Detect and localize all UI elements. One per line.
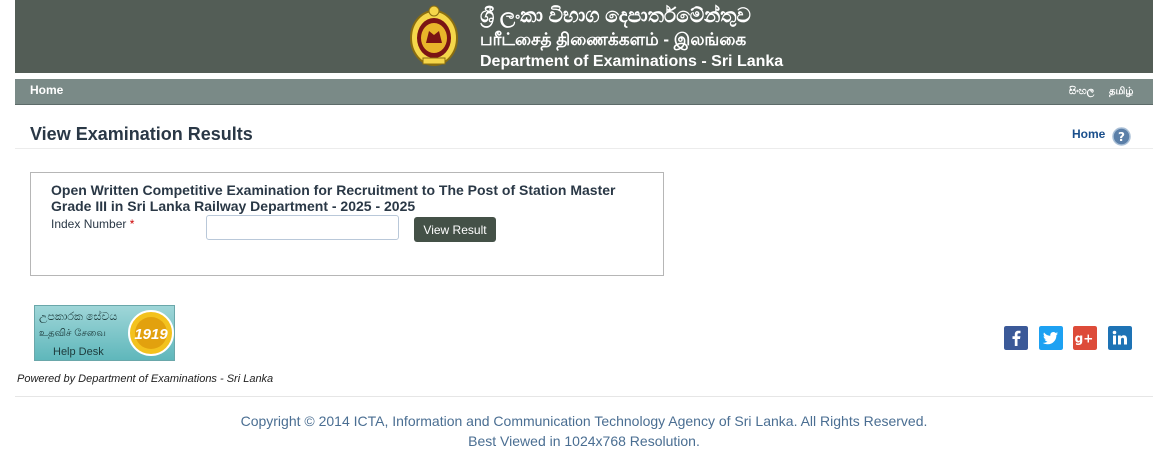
exam-name: Open Written Competitive Examination for… [51, 182, 616, 214]
banner-text: ශ්‍රී ලංකා විභාග දෙපාර්තමේන්තුව பரீட்சைத… [480, 4, 783, 72]
google-plus-icon[interactable]: g+ [1073, 326, 1097, 350]
required-mark: * [129, 217, 135, 231]
help-desk-banner[interactable]: උපකාරක සේවය உதவிச் சேவை Help Desk 1919 [34, 305, 175, 361]
nav-home-link[interactable]: Home [30, 83, 63, 97]
lang-tamil-link[interactable]: தமிழ் [1109, 86, 1133, 98]
help-desk-english-text: Help Desk [53, 346, 104, 358]
view-result-button[interactable]: View Result [414, 217, 496, 242]
copyright-text: Copyright © 2014 ICTA, Information and C… [240, 413, 928, 429]
nav-bar: Home සිංහල தமிழ் [15, 79, 1153, 105]
svg-text:?: ? [1118, 130, 1125, 144]
resolution-text: Best Viewed in 1024x768 Resolution. [468, 433, 700, 449]
banner-title-tamil: பரீட்சைத் திணைக்களம் - இலங்கை [480, 30, 747, 49]
twitter-icon[interactable] [1039, 326, 1063, 350]
linkedin-icon[interactable] [1108, 326, 1132, 350]
sri-lanka-emblem-icon [410, 5, 458, 66]
title-divider [15, 148, 1153, 149]
help-desk-number: 1919 [134, 326, 168, 343]
index-number-label-text: Index Number [51, 217, 127, 231]
powered-by-text: Powered by Department of Examinations - … [17, 373, 274, 385]
banner-title-sinhala: ශ්‍රී ලංකා විභාග දෙපාර්තමේන්තුව [480, 5, 751, 27]
lang-sinhala-link[interactable]: සිංහල [1069, 86, 1094, 97]
exam-result-form: Open Written Competitive Examination for… [30, 172, 664, 276]
help-icon[interactable]: ? [1112, 127, 1131, 146]
home-link[interactable]: Home [1072, 127, 1105, 141]
copyright-block: Copyright © 2014 ICTA, Information and C… [0, 411, 1168, 451]
index-number-label: Index Number * [51, 217, 134, 231]
page-title: View Examination Results [30, 124, 253, 144]
help-desk-tamil-text: உதவிச் சேவை [39, 328, 106, 339]
help-desk-badge: 1919 [128, 310, 174, 356]
help-desk-sinhala-text: උපකාරක සේවය [39, 311, 118, 323]
facebook-icon[interactable] [1004, 326, 1028, 350]
index-number-input[interactable] [206, 215, 399, 240]
banner-title-english: Department of Examinations - Sri Lanka [480, 53, 784, 70]
header-banner: ශ්‍රී ලංකා විභාග දෙපාර්තමේන්තුව பரீட்சைத… [15, 0, 1153, 73]
footer-divider [15, 396, 1153, 397]
svg-text:g+: g+ [1075, 332, 1094, 346]
